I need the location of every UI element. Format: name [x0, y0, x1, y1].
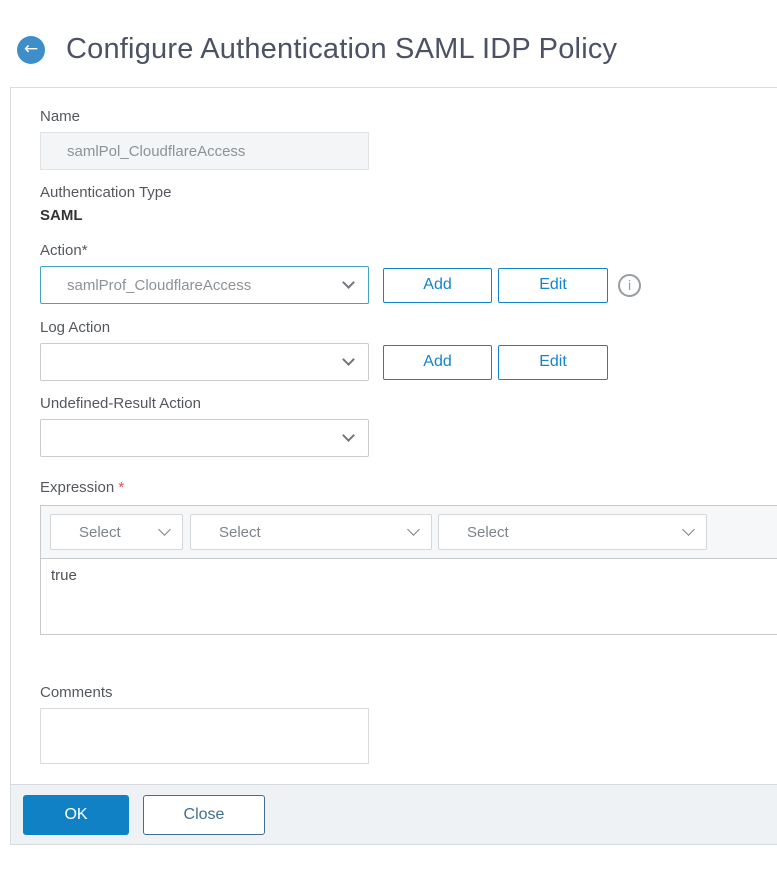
close-button[interactable]: Close [143, 794, 265, 835]
expression-select-2-value: Select [219, 523, 261, 541]
chevron-down-icon [158, 523, 171, 536]
log-action-label: Log Action [40, 319, 111, 336]
expression-select-2[interactable]: Select [190, 514, 432, 550]
expression-select-1-value: Select [79, 523, 121, 541]
chevron-down-icon [342, 353, 355, 366]
name-label: Name [40, 108, 81, 125]
action-dropdown-value: samlProf_CloudflareAccess [67, 276, 252, 294]
chevron-down-icon [407, 523, 420, 536]
page-title: Configure Authentication SAML IDP Policy [66, 33, 618, 65]
undefined-result-dropdown[interactable] [40, 419, 369, 457]
log-action-add-button[interactable]: Add [383, 344, 492, 380]
log-action-dropdown[interactable] [40, 343, 369, 381]
undefined-result-row [40, 419, 777, 457]
expression-select-3-value: Select [467, 523, 509, 541]
footer-bar: OK Close [11, 784, 777, 845]
expression-label-text: Expression [40, 479, 115, 496]
chevron-down-icon [342, 276, 355, 289]
form-fields: Name Authentication Type SAML Action* sa… [11, 88, 777, 764]
expression-builder: Select Select Select true [40, 505, 777, 635]
name-input [40, 132, 369, 170]
info-icon[interactable]: i [618, 273, 641, 297]
auth-type-value: SAML [40, 207, 83, 224]
ok-button[interactable]: OK [23, 794, 129, 835]
page-header: ← Configure Authentication SAML IDP Poli… [0, 0, 777, 66]
comments-label: Comments [40, 684, 113, 701]
auth-type-label: Authentication Type [40, 184, 172, 201]
required-asterisk: * [118, 479, 125, 496]
action-label: Action* [40, 242, 88, 259]
expression-select-1[interactable]: Select [50, 514, 183, 550]
back-button[interactable]: ← [17, 35, 45, 64]
log-action-row: Add Edit [40, 343, 777, 381]
expression-textarea[interactable]: true [41, 559, 777, 634]
expression-label: Expression * [40, 480, 777, 496]
action-row: samlProf_CloudflareAccess Add Edit i [40, 266, 777, 304]
config-panel: Name Authentication Type SAML Action* sa… [10, 87, 777, 845]
action-add-button[interactable]: Add [383, 267, 492, 303]
undefined-result-label: Undefined-Result Action [40, 395, 201, 412]
chevron-down-icon [342, 429, 355, 442]
expression-select-3[interactable]: Select [438, 514, 707, 550]
action-dropdown[interactable]: samlProf_CloudflareAccess [40, 266, 369, 304]
action-edit-button[interactable]: Edit [498, 267, 608, 303]
arrow-left-icon: ← [23, 39, 39, 59]
chevron-down-icon [682, 523, 695, 536]
comments-textarea[interactable] [40, 708, 369, 764]
log-action-edit-button[interactable]: Edit [498, 344, 608, 380]
expression-toolbar: Select Select Select [41, 506, 777, 559]
